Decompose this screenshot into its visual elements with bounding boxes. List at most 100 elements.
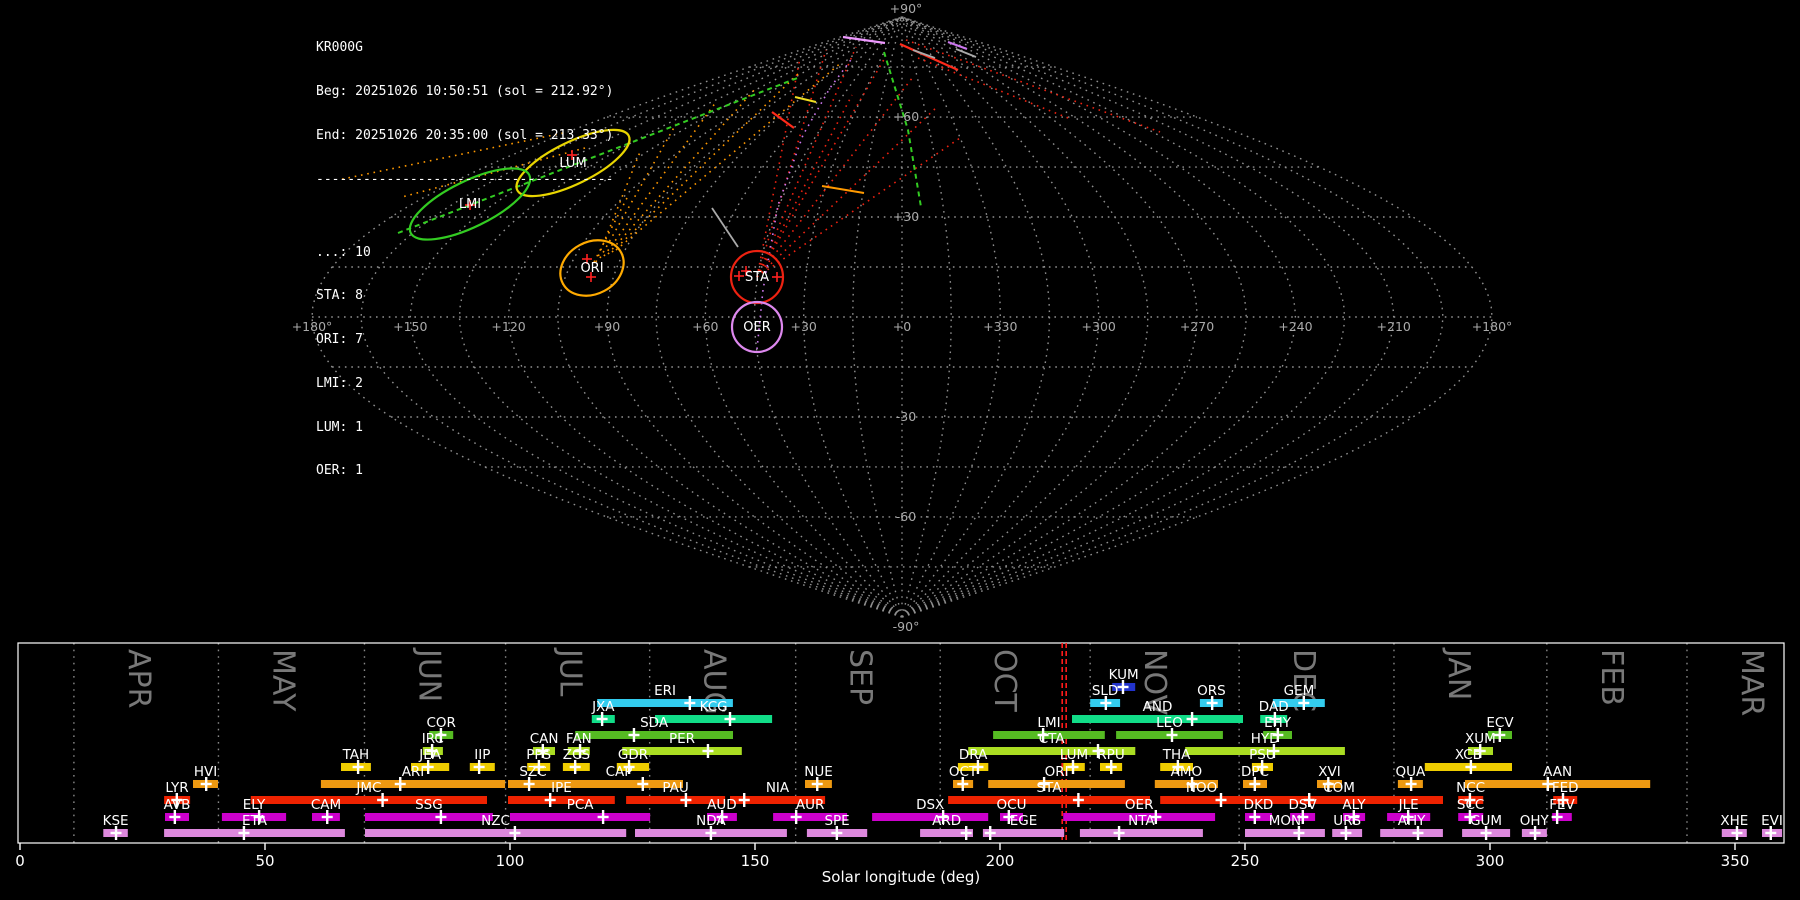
shower-label-LUM: LUM [1060,747,1088,763]
shower-label-XHE: XHE [1720,813,1748,829]
grid-meridian [902,17,1099,617]
sta-trail-bundle [757,47,856,277]
shower-URS: URS [1332,813,1362,840]
shower-label-AMO: AMO [1171,764,1203,780]
lon-label-+240: +240 [1278,319,1312,334]
shower-TAH: TAH [341,747,371,774]
lat-label-+30: +30 [893,209,919,224]
shower-label-IPE: IPE [551,780,572,796]
shower-label-ECV: ECV [1486,715,1514,731]
shower-label-TAH: TAH [342,747,370,763]
shower-label-ORS: ORS [1197,683,1226,699]
shower-label-JMC: JMC [355,780,381,796]
shower-bar-DSX [872,813,988,821]
shower-label-XUM: XUM [1465,731,1496,747]
month-label-MAY: MAY [265,649,300,712]
shower-label-COR: COR [426,715,455,731]
shower-label-XVI: XVI [1318,764,1340,780]
shower-label-KSE: KSE [103,813,129,829]
radiant-OER: OER [732,302,782,352]
count-oer: OER: 1 [316,464,613,479]
shower-label-FEV: FEV [1549,797,1575,813]
shower-GUM: GUM [1462,813,1510,840]
begin-time: Beg: 20251026 10:50:51 (sol = 212.92°) [316,85,613,100]
shower-IIP: IIP [470,747,495,774]
grid-meridian [902,17,1295,617]
lon-label-+270: +270 [1180,319,1214,334]
axis-tick-label: 100 [496,852,525,870]
shower-label-DSV: DSV [1288,797,1317,813]
shower-label-RPU: RPU [1097,747,1124,763]
sta-trail-bundle [757,138,960,277]
shower-OHY: OHY [1520,813,1550,840]
grid-meridian [755,17,903,617]
separator: -------------------------------------- [316,173,613,188]
axis-tick-label: 150 [741,852,770,870]
axis-tick-label: 350 [1721,852,1750,870]
shower-bar-MON [1245,829,1325,837]
shower-bar-ARI [321,780,505,788]
axis-tick-label: 50 [255,852,274,870]
shower-label-SLD: SLD [1092,683,1119,699]
shower-EVI: EVI [1761,813,1783,840]
shower-label-CAM: CAM [311,797,341,813]
radiant-STA: STA [731,251,783,303]
shower-bar-NZC [365,829,626,837]
shower-label-NCC: NCC [1456,780,1485,796]
shower-label-ORI: ORI [1045,764,1069,780]
lon-label-+210: +210 [1377,319,1411,334]
count-sporadic: ...: 10 [316,246,613,261]
sporadic-gray-segments [913,50,935,58]
shower-label-NTA: NTA [1128,813,1155,829]
shower-label-STA: STA [1036,780,1062,796]
shower-QUA: QUA [1396,764,1427,791]
shower-label-KCG: KCG [700,699,728,715]
shower-label-CAP: CAP [606,764,633,780]
shower-label-LMI: LMI [1037,715,1060,731]
sta-trail-bundle [757,106,938,277]
month-label-JAN: JAN [1441,647,1476,700]
shower-label-IRC: IRC [422,731,444,747]
station-code: KR000G [316,41,613,56]
shower-label-ALY: ALY [1342,797,1366,813]
month-label-FEB: FEB [1594,649,1629,706]
shower-label-LYR: LYR [165,780,188,796]
sta-trail-bundle [757,77,913,277]
shower-label-AUD: AUD [707,797,737,813]
radiant-label-STA: STA [745,270,769,285]
shower-label-KUM: KUM [1109,667,1139,683]
plot-canvas: LUMLMIORISTAOER +180°+150+120+90+60+30+0… [0,0,1800,900]
ori-trail-bundle [612,74,798,252]
lon-label-+330: +330 [983,319,1017,334]
shower-label-FAN: FAN [566,731,592,747]
shower-label-GDR: GDR [618,747,648,763]
ori-trail-bundle [616,62,842,250]
shower-label-OHY: OHY [1520,813,1550,829]
shower-label-OCU: OCU [997,797,1027,813]
sta-trail-bundle [757,50,826,277]
end-time: End: 20251026 20:35:00 (sol = 213.33°) [316,129,613,144]
shower-label-COM: COM [1323,780,1355,796]
shower-bar-AHY [1380,829,1443,837]
shower-label-OCT: OCT [949,764,978,780]
lat-label-+90°: +90° [890,1,923,16]
grid-meridian [902,17,1345,617]
shower-label-DSX: DSX [916,797,944,813]
shower-label-QUA: QUA [1396,764,1427,780]
shower-label-EVI: EVI [1761,813,1783,829]
shower-label-AHY: AHY [1398,813,1426,829]
shower-FEV: FEV [1549,797,1575,824]
shower-label-PAU: PAU [662,780,688,796]
radiant-label-OER: OER [743,320,770,335]
month-label-JUN: JUN [411,647,446,702]
shower-bar-NOO [1160,796,1243,804]
shower-label-EGE: EGE [1010,813,1038,829]
shower-RPU: RPU [1097,747,1124,774]
shower-label-NIA: NIA [766,780,790,796]
sporadic-gray-segments [956,49,976,57]
lat-label--90°: -90° [893,619,920,634]
shower-label-GEM: GEM [1284,683,1315,699]
axis-tick-label: 0 [15,852,25,870]
activity-timeline: APRMAYJUNJULAUGSEPOCTNOVDECJANFEBMARKUME… [15,643,1784,886]
lon-label-+60: +60 [692,319,718,334]
